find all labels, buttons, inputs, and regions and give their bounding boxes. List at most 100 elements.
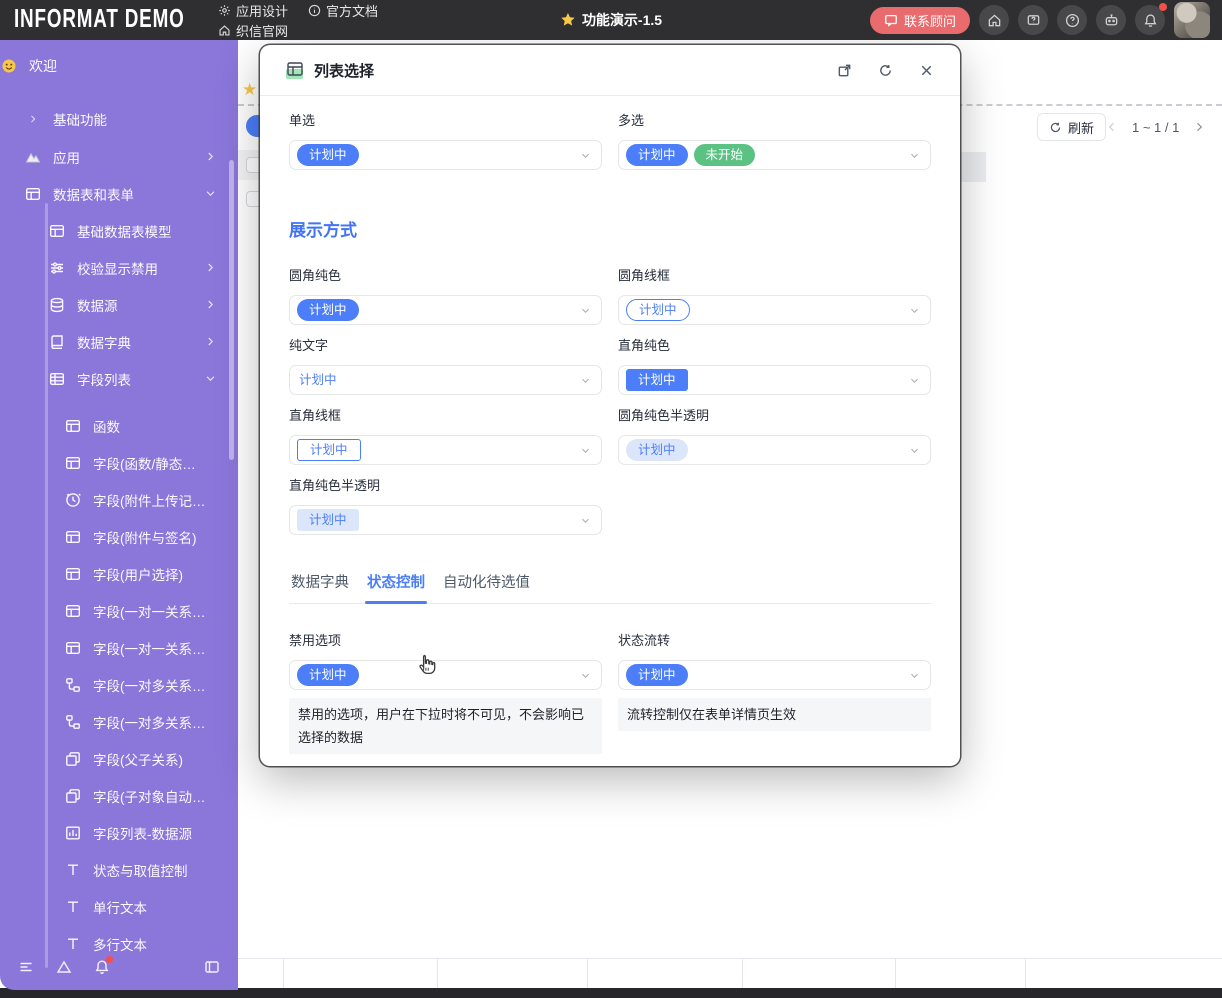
- sidebar-item[interactable]: 数据表和表单: [0, 175, 238, 212]
- sidebar-item[interactable]: 字段(一对多关系…: [0, 703, 238, 740]
- refresh-button[interactable]: 刷新: [1037, 113, 1107, 141]
- modal-tabs: 数据字典 状态控制 自动化待选值: [289, 571, 931, 604]
- sidebar-item[interactable]: 字段(用户选择): [0, 555, 238, 592]
- square-outline-dropdown[interactable]: 计划中: [289, 435, 602, 465]
- square-solid-dropdown[interactable]: 计划中: [618, 365, 931, 395]
- avatar[interactable]: [1174, 2, 1210, 38]
- table-icon: [64, 454, 82, 472]
- refresh-icon: [1050, 122, 1061, 132]
- sidebar-item[interactable]: 字段(附件与签名): [0, 518, 238, 555]
- close-icon[interactable]: [919, 63, 934, 78]
- gear-icon: [219, 4, 230, 16]
- field-label: 圆角纯色: [289, 268, 342, 283]
- assistant-button[interactable]: [1096, 5, 1126, 35]
- multi-select-dropdown[interactable]: 计划中 未开始: [618, 140, 931, 170]
- sidebar-item[interactable]: 基础功能: [0, 102, 238, 136]
- sidebar-scrollbar[interactable]: [229, 160, 234, 460]
- copy-icon: [64, 750, 82, 768]
- single-select-dropdown[interactable]: 计划中: [289, 140, 602, 170]
- status-tag: 未开始: [693, 144, 756, 166]
- round-translucent-dropdown[interactable]: 计划中: [618, 435, 931, 465]
- sidebar-item[interactable]: 字段(一对多关系…: [0, 666, 238, 703]
- sidebar-item[interactable]: 字段列表: [0, 360, 238, 397]
- smiley-icon: [0, 57, 18, 75]
- help-button[interactable]: [1057, 5, 1087, 35]
- sidebar-item-welcome[interactable]: 欢迎: [0, 46, 238, 86]
- list-icon[interactable]: [18, 959, 34, 975]
- clock-icon: [64, 491, 82, 509]
- bell-icon[interactable]: [94, 956, 113, 975]
- chevron-down-icon: [205, 188, 216, 199]
- demo-version-badge: 功能演示-1.5: [560, 0, 662, 40]
- prev-page-icon[interactable]: [1106, 121, 1118, 133]
- chevron-down-icon: [580, 305, 591, 316]
- status-tag: 计划中: [297, 144, 359, 166]
- sidebar-item[interactable]: 数据字典: [0, 323, 238, 360]
- status-flow-dropdown[interactable]: 计划中: [618, 660, 931, 690]
- info-icon: [308, 4, 321, 16]
- bell-icon: [1143, 13, 1157, 27]
- next-page-icon[interactable]: [1193, 121, 1205, 133]
- sidebar-item[interactable]: 单行文本: [0, 888, 238, 925]
- nav-app-design[interactable]: 应用设计: [218, 1, 288, 20]
- chevron-down-icon: [580, 445, 591, 456]
- open-in-new-icon[interactable]: [837, 63, 852, 78]
- chevron-right-icon: [205, 299, 216, 310]
- star-icon: ★: [242, 80, 258, 99]
- refresh-icon[interactable]: [878, 63, 893, 78]
- sidebar-item[interactable]: 字段(一对一关系…: [0, 592, 238, 629]
- tab-数据字典[interactable]: 数据字典: [289, 571, 351, 603]
- chevron-down-icon: [580, 375, 591, 386]
- status-tag: 计划中: [626, 439, 688, 461]
- nav-docs[interactable]: 官方文档: [308, 1, 378, 20]
- square-translucent-dropdown[interactable]: 计划中: [289, 505, 602, 535]
- sidebar: 欢迎基础功能 应用 数据表和表单 基础数据表模型 校验显示禁用 数据源 数据字典 字段列表函数…: [0, 40, 238, 990]
- nav-official-site[interactable]: 织信官网: [218, 21, 288, 40]
- chevron-right-icon: [205, 262, 216, 273]
- chevron-down-icon: [580, 150, 591, 161]
- tree-icon: [64, 676, 82, 694]
- field-label: 圆角纯色半透明: [618, 408, 710, 423]
- home-button[interactable]: [979, 5, 1009, 35]
- sliders-icon: [48, 259, 66, 277]
- robot-icon: [1105, 13, 1117, 25]
- chevron-down-icon: [909, 305, 920, 316]
- sidebar-item[interactable]: 应用: [0, 138, 238, 175]
- sidebar-item[interactable]: 字段(一对一关系…: [0, 629, 238, 666]
- disabled-options-dropdown[interactable]: 计划中: [289, 660, 602, 690]
- background-table: [238, 958, 1222, 988]
- help-icon: [1065, 13, 1079, 27]
- contact-advisor-button[interactable]: 联系顾问: [869, 6, 970, 34]
- notifications-button[interactable]: [1135, 3, 1167, 35]
- sidebar-item[interactable]: 字段(附件上传记…: [0, 481, 238, 518]
- app-logo: INFORMAT DEMO: [14, 3, 185, 33]
- table-icon: [64, 417, 82, 435]
- sidebar-item[interactable]: 状态与取值控制: [0, 851, 238, 888]
- field-label: 纯文字: [289, 338, 329, 353]
- sidebar-item[interactable]: 函数: [0, 407, 238, 444]
- sidebar-item[interactable]: 数据源: [0, 286, 238, 323]
- sidebar-item[interactable]: 字段(子对象自动…: [0, 777, 238, 814]
- sidebar-item[interactable]: 字段(父子关系): [0, 740, 238, 777]
- chevron-down-icon: [909, 445, 920, 456]
- sidebar-item[interactable]: 校验显示禁用: [0, 249, 238, 286]
- collapse-sidebar-icon[interactable]: [204, 959, 220, 975]
- text-only-dropdown[interactable]: 计划中: [289, 365, 602, 395]
- round-outline-dropdown[interactable]: 计划中: [618, 295, 931, 325]
- field-label: 直角线框: [289, 408, 342, 423]
- sidebar-item[interactable]: 基础数据表模型: [0, 212, 238, 249]
- sidebar-item[interactable]: 字段列表-数据源: [0, 814, 238, 851]
- sidebar-item[interactable]: 字段(函数/静态…: [0, 444, 238, 481]
- round-solid-dropdown[interactable]: 计划中: [289, 295, 602, 325]
- table-icon: [64, 602, 82, 620]
- database-icon: [48, 296, 66, 314]
- chat-icon: [885, 14, 897, 27]
- feedback-button[interactable]: [1018, 5, 1048, 35]
- notification-dot: [1159, 3, 1167, 11]
- home-icon: [988, 13, 1000, 26]
- tab-状态控制[interactable]: 状态控制: [365, 571, 427, 604]
- status-tag: 计划中: [626, 369, 688, 391]
- tab-自动化待选值[interactable]: 自动化待选值: [441, 571, 532, 603]
- alert-triangle-icon[interactable]: [56, 959, 72, 975]
- helper-text: 流转控制仅在表单详情页生效: [618, 698, 931, 731]
